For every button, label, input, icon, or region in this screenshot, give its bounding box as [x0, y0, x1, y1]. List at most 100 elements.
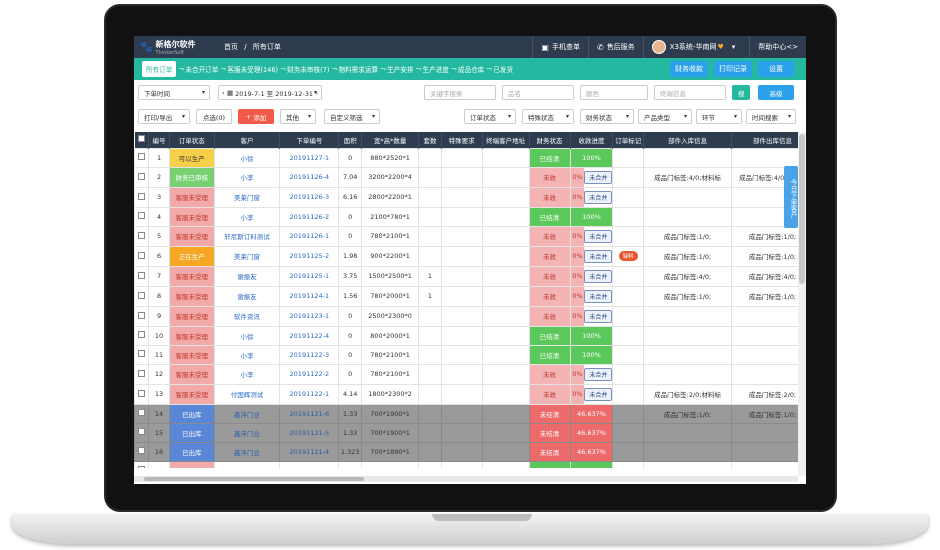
- prev-icon[interactable]: ‹: [222, 89, 225, 97]
- column-header[interactable]: 终端客户地址: [482, 132, 530, 148]
- row-checkbox[interactable]: [138, 192, 146, 200]
- table-row[interactable]: 15 已出库 鑫沣门业 20191121-5 1.33 700*1900*1 未结清 46.6…: [134, 422, 798, 443]
- finance-status-dropdown[interactable]: 财务状态: [580, 109, 634, 124]
- merge-button[interactable]: 未合并: [584, 387, 612, 401]
- row-checkbox[interactable]: [138, 311, 146, 319]
- customer-link[interactable]: 鑫沣门业: [213, 422, 281, 443]
- order-number-link[interactable]: 20191127-1: [279, 147, 340, 168]
- column-header[interactable]: 部件出库信息: [731, 132, 798, 148]
- table-row[interactable]: 2 财务已审核 小李 20191126-4 7.04 3200*2200*4 未收 0% 未合并…: [134, 166, 798, 188]
- help-link[interactable]: 帮助中心 <>: [749, 36, 806, 58]
- order-number-link[interactable]: 20191126-1: [279, 225, 340, 247]
- merge-button[interactable]: 未合并: [584, 229, 612, 243]
- table-row[interactable]: 8 客服未受理 谢振友 20191124-1 1.56 780*2000*1 1 未收 0% 未合…: [134, 285, 798, 307]
- row-checkbox-cell[interactable]: [134, 325, 150, 346]
- print-log-button[interactable]: 打印记录: [714, 61, 752, 77]
- row-checkbox-cell[interactable]: [134, 285, 150, 307]
- row-checkbox-cell[interactable]: [134, 147, 150, 168]
- print-export-dropdown[interactable]: 打印/导出: [138, 109, 190, 124]
- other-dropdown[interactable]: 其他: [280, 109, 316, 124]
- column-header[interactable]: 特殊要求: [441, 132, 483, 148]
- row-checkbox-cell[interactable]: [134, 265, 150, 287]
- row-checkbox-cell[interactable]: [134, 206, 150, 227]
- merge-button[interactable]: 未合并: [584, 289, 612, 303]
- order-number-link[interactable]: 20191122-4: [279, 325, 340, 346]
- row-checkbox[interactable]: [138, 331, 146, 338]
- column-header[interactable]: 收款进度: [570, 132, 614, 148]
- row-checkbox[interactable]: [138, 271, 146, 279]
- merge-button[interactable]: 未合并: [584, 309, 612, 323]
- customer-link[interactable]: 谢振友: [213, 265, 281, 287]
- column-header[interactable]: 编号: [148, 132, 170, 148]
- flow-step[interactable]: 财务未审核(7): [287, 64, 329, 74]
- order-number-link[interactable]: 20191122-3: [279, 344, 340, 365]
- column-header[interactable]: 下单编号: [279, 132, 340, 148]
- merge-button[interactable]: 未合并: [584, 249, 612, 263]
- table-row[interactable]: 3 客服未受理 美莱门窗 20191126-3 6.16 2800*2200*1 未收 0% 未…: [134, 186, 798, 208]
- order-number-link[interactable]: 20191122-1: [279, 383, 340, 405]
- customer-link[interactable]: 美莱门窗: [213, 245, 281, 267]
- merge-button[interactable]: 未合并: [584, 269, 612, 283]
- special-status-dropdown[interactable]: 特殊状态: [522, 109, 574, 124]
- vertical-scrollbar[interactable]: [798, 132, 806, 476]
- product-name-input[interactable]: 品名: [502, 85, 574, 100]
- row-checkbox[interactable]: [138, 447, 146, 454]
- row-checkbox[interactable]: [138, 428, 146, 435]
- select-all-checkbox[interactable]: [137, 135, 145, 143]
- search-button[interactable]: 搜: [732, 85, 750, 100]
- table-row[interactable]: 9 客服未受理 软件资讯 20191123-1 0 2500*2300*0 未收 0% 未合并: [134, 305, 798, 327]
- table-row[interactable]: 17客服未受理软件资讯20191121-101200*1200*1 已结清100%: [134, 460, 798, 468]
- column-header[interactable]: 财务状态: [529, 132, 571, 148]
- column-header[interactable]: 订单标记: [612, 132, 645, 148]
- row-checkbox[interactable]: [138, 409, 146, 416]
- order-number-link[interactable]: 20191122-2: [279, 363, 340, 385]
- row-checkbox-cell[interactable]: [134, 225, 150, 247]
- row-checkbox[interactable]: [138, 369, 146, 377]
- row-checkbox-cell[interactable]: [134, 403, 150, 424]
- after-sales-link[interactable]: ✆ 售后服务: [587, 36, 643, 58]
- finance-receipt-button[interactable]: 财务收款: [670, 61, 708, 77]
- phone-query-link[interactable]: ▣ 手机查单: [532, 36, 588, 58]
- today-customers-tab[interactable]: 今日下单客户: [784, 166, 798, 228]
- row-checkbox[interactable]: [138, 231, 146, 239]
- row-checkbox-cell[interactable]: [134, 441, 150, 462]
- row-checkbox-cell[interactable]: [134, 460, 150, 468]
- order-number-link[interactable]: 20191125-1: [279, 265, 340, 287]
- customer-link[interactable]: 小李: [213, 344, 281, 365]
- product-type-dropdown[interactable]: 产品类型: [638, 109, 692, 124]
- order-number-link[interactable]: 20191123-1: [279, 305, 340, 327]
- order-number-link[interactable]: 20191121-4: [279, 441, 340, 462]
- customer-link[interactable]: 鑫沣门业: [213, 441, 281, 462]
- column-header[interactable]: 套数: [418, 132, 442, 148]
- breadcrumb-home[interactable]: 首页: [224, 43, 238, 51]
- column-header[interactable]: 客户: [214, 132, 281, 148]
- row-checkbox-cell[interactable]: [134, 363, 150, 385]
- order-number-link[interactable]: 20191121-1: [279, 460, 340, 468]
- order-number-link[interactable]: 20191126-3: [279, 186, 340, 208]
- row-checkbox[interactable]: [138, 212, 146, 219]
- row-checkbox-cell[interactable]: [134, 186, 150, 208]
- flow-step[interactable]: 生产安排: [387, 64, 413, 74]
- customer-link[interactable]: 小李: [213, 363, 281, 385]
- table-row[interactable]: 1 可以生产 小徐 20191127-1 0 880*2520*1 已结清 100%: [134, 147, 798, 168]
- column-header[interactable]: 面积: [338, 132, 362, 148]
- row-checkbox[interactable]: [138, 389, 146, 397]
- table-row[interactable]: 12 客服未受理 小李 20191122-2 0 780*2100*1 未收 0% 未合并: [134, 363, 798, 385]
- customer-link[interactable]: 软件资讯: [213, 305, 281, 327]
- row-checkbox[interactable]: [138, 153, 146, 160]
- customer-link[interactable]: 小李: [213, 206, 281, 227]
- merge-button[interactable]: 未合并: [584, 170, 612, 184]
- horizontal-scrollbar-thumb[interactable]: [144, 477, 364, 481]
- horizontal-scrollbar[interactable]: [134, 476, 798, 482]
- customer-link[interactable]: 美莱门窗: [213, 186, 281, 208]
- select-all-checkbox-cell[interactable]: [134, 132, 150, 148]
- table-row[interactable]: 7 客服未受理 谢振友 20191125-1 3.75 1500*2500*1 1 未收 0% 未…: [134, 265, 798, 287]
- customer-link[interactable]: 小徐: [213, 325, 281, 346]
- flow-step[interactable]: 成品仓库: [458, 64, 484, 74]
- merge-button[interactable]: 未合并: [584, 367, 612, 381]
- customer-link[interactable]: 软件资讯: [213, 460, 281, 468]
- column-header[interactable]: 宽*高*数量: [361, 132, 420, 148]
- customer-link[interactable]: 谢振友: [213, 285, 281, 307]
- column-header[interactable]: 部件入库信息: [643, 132, 733, 148]
- customer-link[interactable]: 轩尼斯订料测试: [213, 225, 281, 247]
